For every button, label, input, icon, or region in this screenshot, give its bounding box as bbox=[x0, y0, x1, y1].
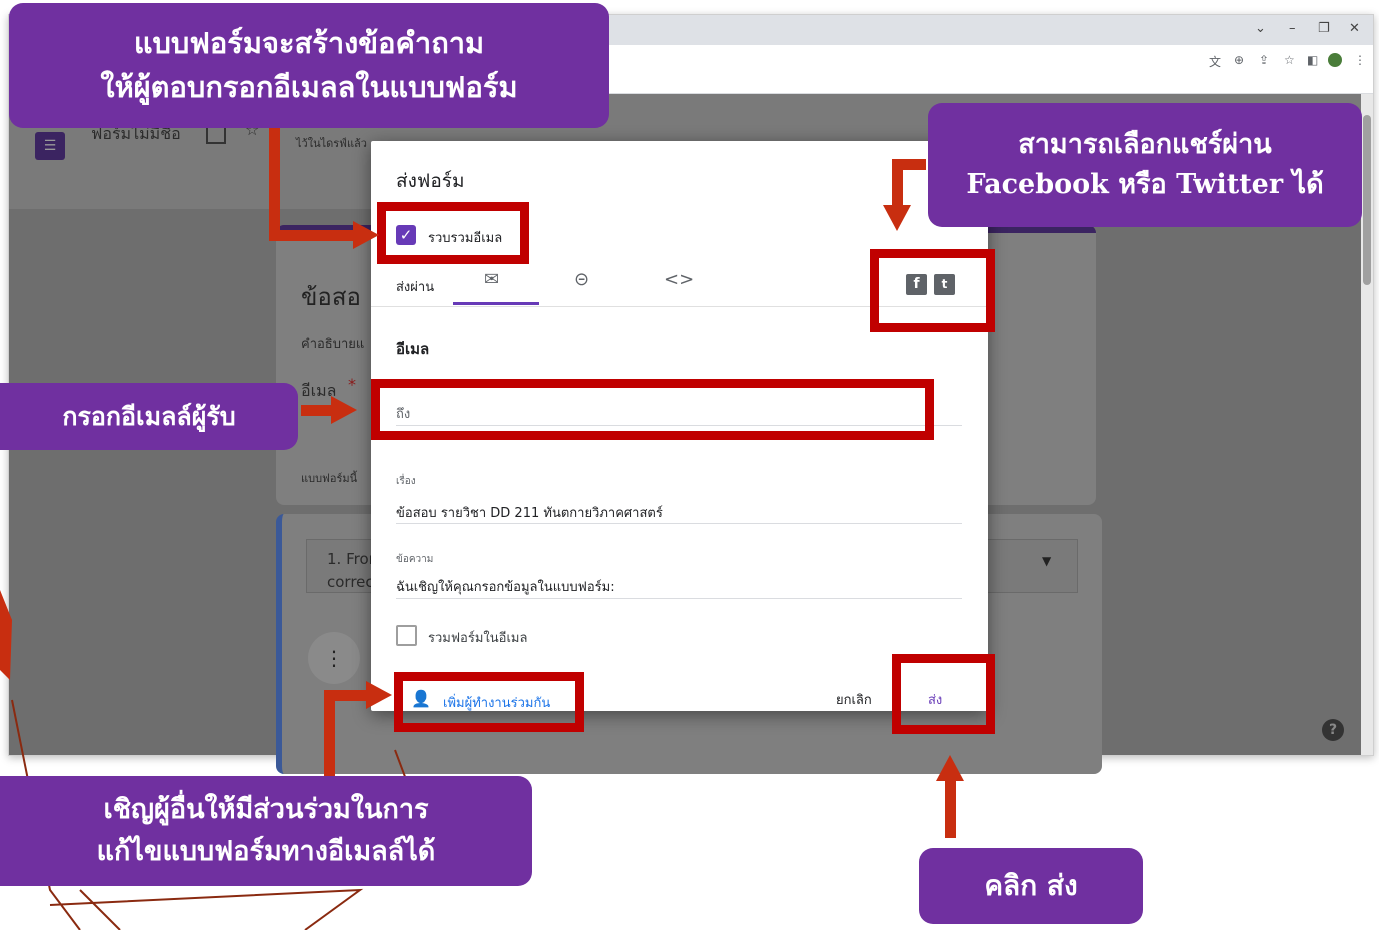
callout-recipient-text: กรอกอีเมลล์ผู้รับ bbox=[62, 401, 236, 431]
arrow-collect-vertical bbox=[269, 123, 280, 241]
tab-embed-icon[interactable]: <> bbox=[664, 269, 694, 290]
active-tab-indicator bbox=[453, 302, 539, 305]
highlight-social bbox=[870, 249, 995, 332]
callout-click-send: คลิก ส่ง bbox=[919, 848, 1143, 924]
cancel-button[interactable]: ยกเลิก bbox=[836, 689, 872, 710]
form-note: แบบฟอร์มนี้ bbox=[301, 472, 358, 485]
minimize-button[interactable]: – bbox=[1289, 21, 1296, 36]
tab-email-icon[interactable]: ✉ bbox=[484, 269, 499, 290]
form-description: คำอธิบายแ bbox=[301, 337, 365, 352]
help-icon[interactable]: ? bbox=[1322, 719, 1344, 741]
callout-invite-line2: แก้ไขแบบฟอร์มทางอีเมลล์ได้ bbox=[96, 836, 436, 867]
star-icon[interactable]: ☆ bbox=[1284, 53, 1295, 67]
arrow-send-bar bbox=[945, 778, 956, 838]
callout-invite-line1: เชิญผู้อื่นให้มีส่วนร่วมในการ bbox=[103, 794, 429, 826]
arrow-send-head bbox=[936, 755, 964, 781]
arrow-share-head bbox=[883, 205, 911, 231]
translate-icon[interactable]: 文 bbox=[1209, 53, 1221, 70]
callout-share-line1: สามารถเลือกแชร์ผ่าน bbox=[1018, 128, 1272, 160]
highlight-collect-email bbox=[377, 202, 529, 264]
highlight-add-collaborators bbox=[394, 672, 584, 732]
highlight-to-field bbox=[371, 379, 934, 440]
subject-input[interactable]: ข้อสอบ รายวิชา DD 211 ทันตกายวิภาคศาสตร์ bbox=[396, 502, 663, 523]
menu-icon[interactable]: ⋮ bbox=[1354, 53, 1366, 67]
close-button[interactable]: ✕ bbox=[1349, 21, 1360, 36]
arrow-collect-horizontal bbox=[269, 230, 355, 241]
highlight-send bbox=[892, 654, 995, 734]
forms-logo-icon: ☰ bbox=[35, 132, 65, 160]
tab-search-button[interactable]: ⌄ bbox=[1255, 21, 1266, 36]
callout-share: สามารถเลือกแชร์ผ่าน Facebook หรือ Twitte… bbox=[928, 103, 1362, 227]
callout-click-send-text: คลิก ส่ง bbox=[984, 869, 1078, 902]
subject-label: เรื่อง bbox=[396, 476, 416, 487]
scrollbar-thumb[interactable] bbox=[1363, 115, 1371, 285]
tab-link-icon[interactable]: ⊝ bbox=[574, 269, 589, 290]
profile-icon[interactable] bbox=[1328, 53, 1342, 67]
arrow-share-vertical bbox=[892, 159, 903, 207]
required-mark: * bbox=[348, 375, 356, 394]
email-section-heading: อีเมล bbox=[396, 340, 430, 358]
share-icon[interactable]: ⇪ bbox=[1259, 53, 1269, 67]
callout-collect-email-line2: ให้ผู้ตอบกรอกอีเมลลในแบบฟอร์ม bbox=[100, 69, 518, 104]
form-title: ข้อสอ bbox=[301, 283, 361, 311]
callout-collect-email-line1: แบบฟอร์มจะสร้างข้อคำถาม bbox=[133, 26, 485, 60]
dropdown-arrow-icon[interactable]: ▼ bbox=[1042, 554, 1051, 568]
subject-underline bbox=[396, 523, 962, 524]
callout-invite: เชิญผู้อื่นให้มีส่วนร่วมในการ แก้ไขแบบฟอ… bbox=[0, 776, 532, 886]
zoom-icon[interactable]: ⊕ bbox=[1234, 53, 1244, 67]
callout-share-line2: Facebook หรือ Twitter ได้ bbox=[966, 169, 1324, 200]
callout-collect-email: แบบฟอร์มจะสร้างข้อคำถาม ให้ผู้ตอบกรอกอีเ… bbox=[9, 3, 609, 128]
message-input[interactable]: ฉันเชิญให้คุณกรอกข้อมูลในแบบฟอร์ม: bbox=[396, 576, 615, 597]
dialog-title: ส่งฟอร์ม bbox=[396, 170, 465, 192]
arrow-recipient-head bbox=[331, 396, 357, 424]
sidepanel-icon[interactable]: ◧ bbox=[1307, 53, 1318, 67]
callout-recipient: กรอกอีเมลล์ผู้รับ bbox=[0, 383, 298, 450]
include-form-label: รวมฟอร์มในอีเมล bbox=[428, 631, 528, 646]
arrow-recipient-bar bbox=[301, 405, 333, 416]
saved-status: ไว้ในไดรฟ์แล้ว bbox=[296, 137, 367, 150]
message-underline bbox=[396, 598, 962, 599]
arrow-collect-head bbox=[353, 221, 379, 249]
send-via-label: ส่งผ่าน bbox=[396, 280, 435, 295]
restore-button[interactable]: ❐ bbox=[1318, 21, 1330, 36]
